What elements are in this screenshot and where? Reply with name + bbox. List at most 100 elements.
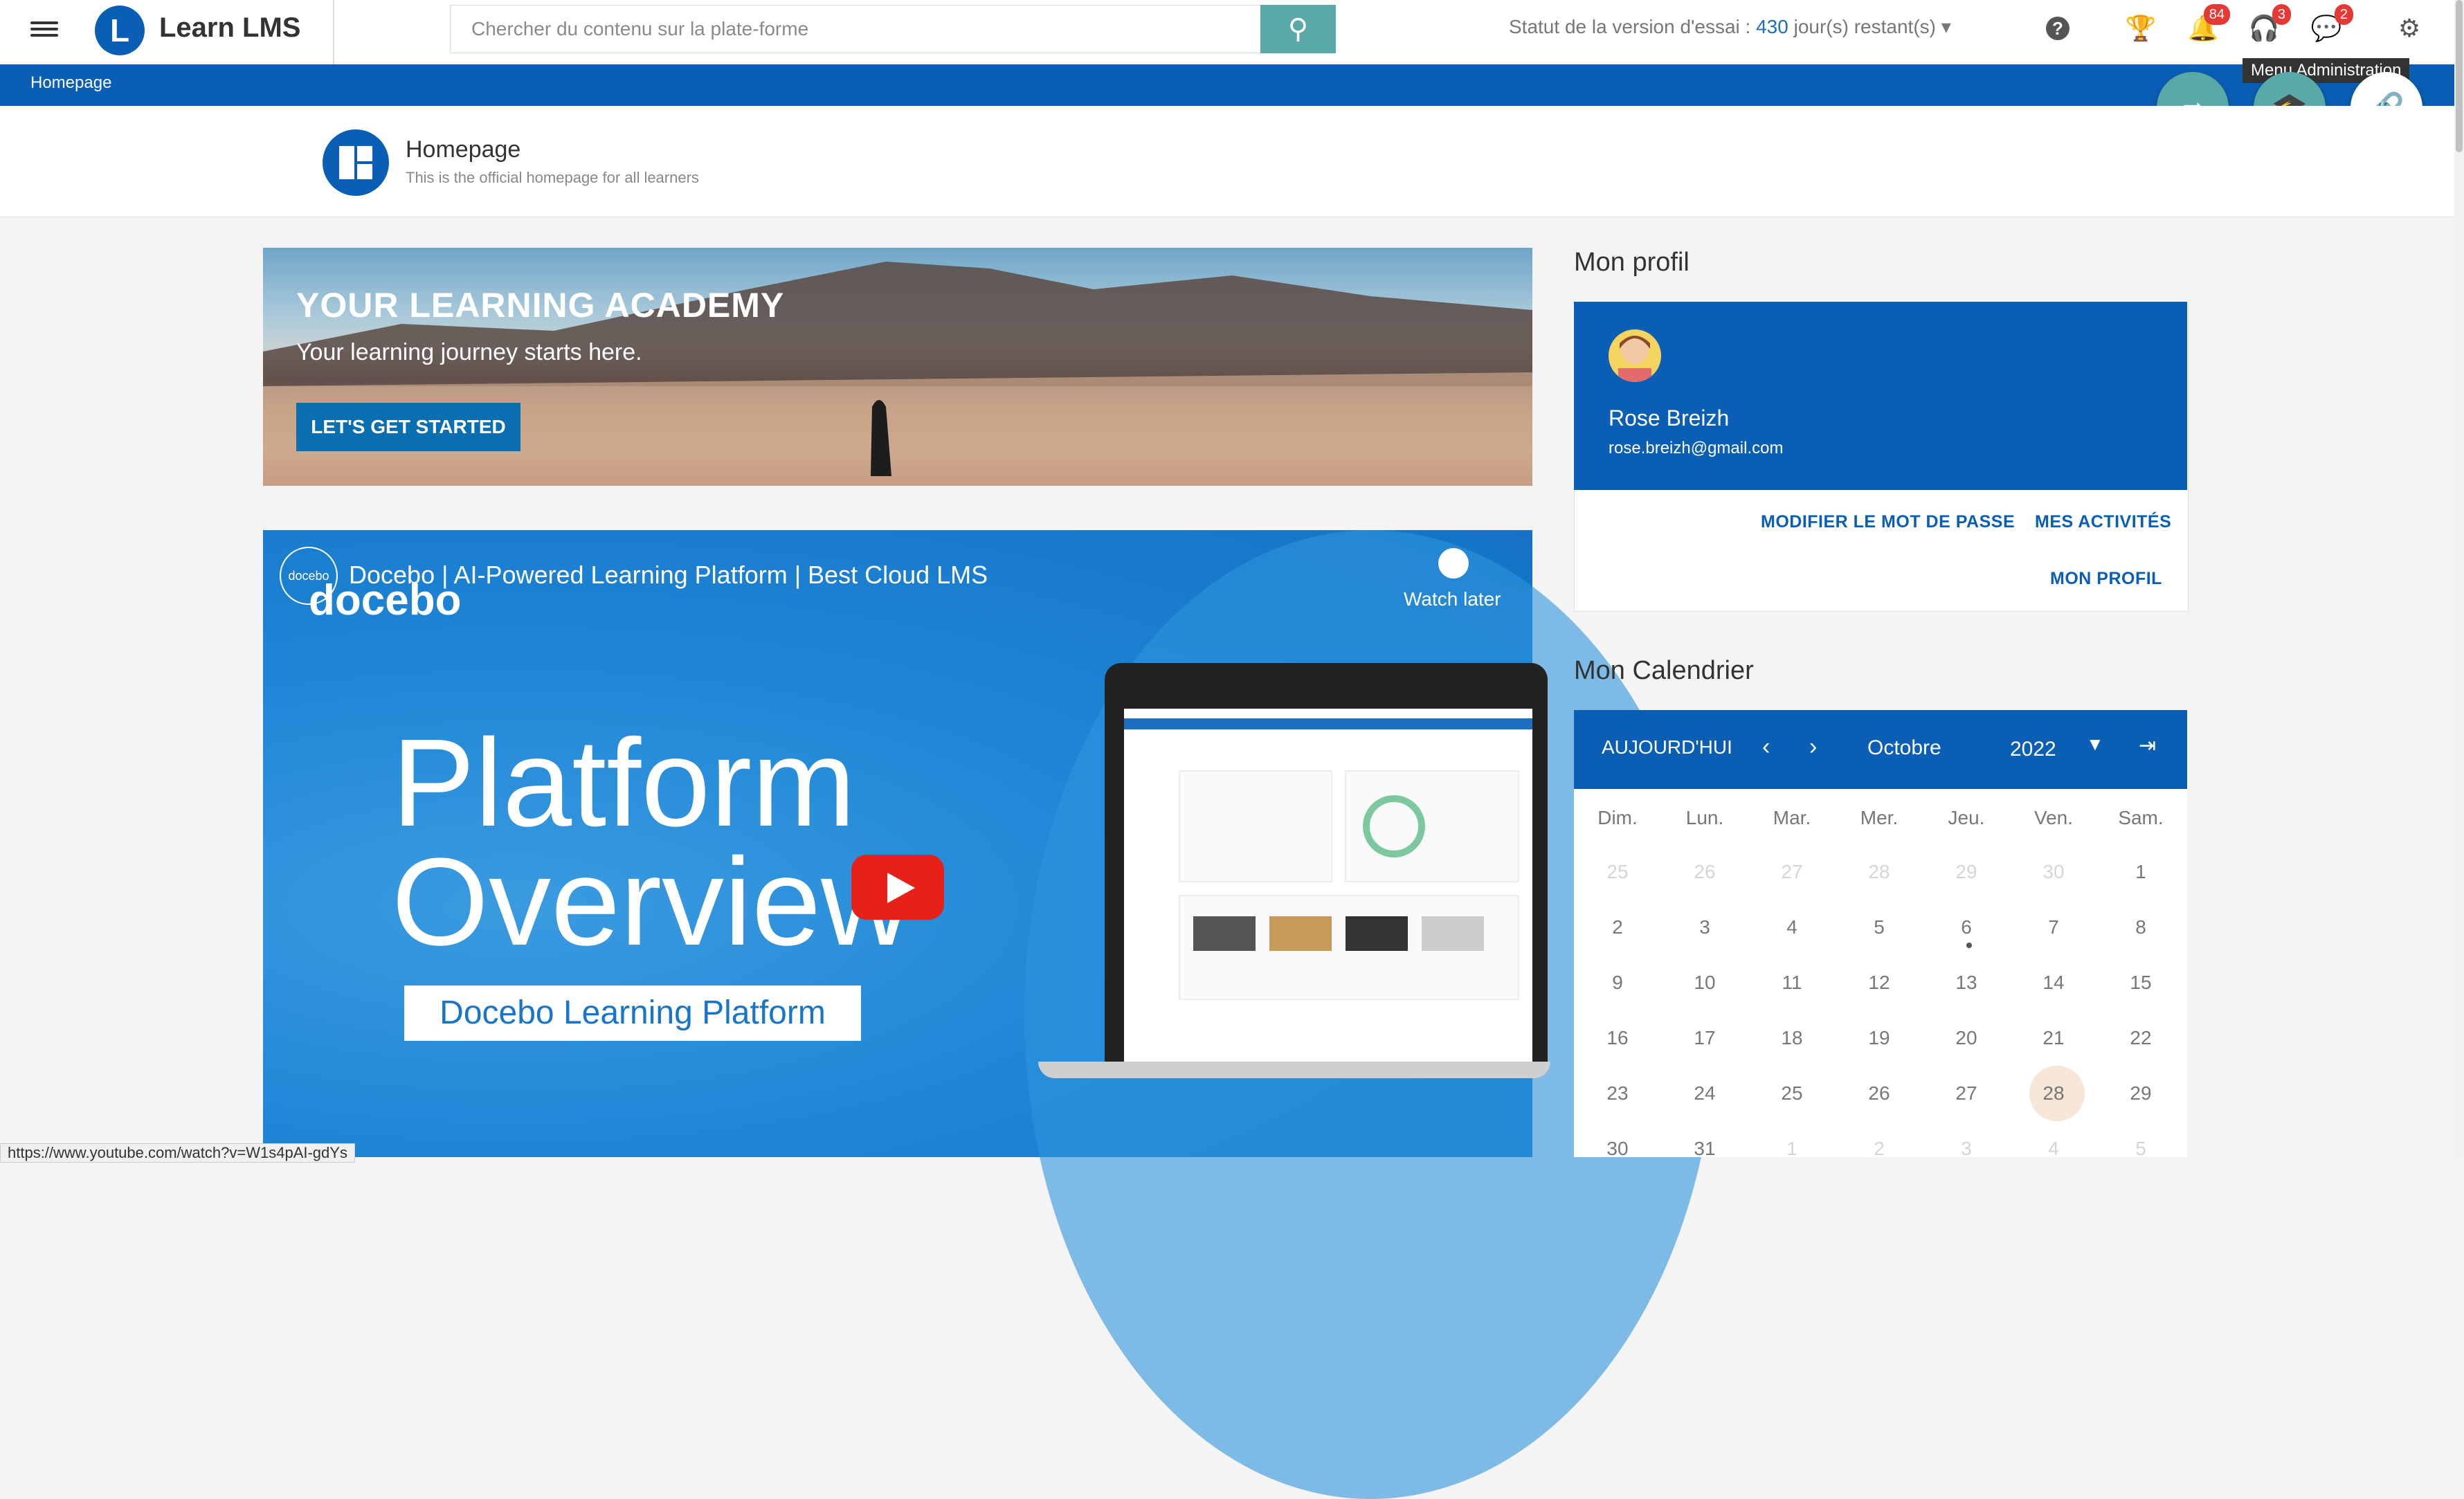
calendar-day[interactable]: 17: [1661, 1027, 1748, 1049]
help-icon[interactable]: ?: [2040, 11, 2075, 46]
clock-icon[interactable]: [1438, 548, 1469, 579]
calendar-day[interactable]: 29: [2097, 1082, 2184, 1105]
get-started-button[interactable]: LET'S GET STARTED: [296, 403, 520, 451]
calendar-day[interactable]: 7: [2010, 916, 2097, 938]
calendar-day[interactable]: 9: [1574, 972, 1661, 994]
calendar-day[interactable]: 11: [1748, 972, 1836, 994]
calendar-day[interactable]: 27: [1748, 861, 1836, 883]
calendar-day[interactable]: 2: [1574, 916, 1661, 938]
chat-icon[interactable]: 💬 2: [2309, 4, 2353, 46]
calendar-day[interactable]: 1: [1748, 1138, 1836, 1160]
banner-subtitle: Your learning journey starts here.: [296, 339, 642, 365]
today-button[interactable]: AUJOURD'HUI: [1602, 736, 1732, 758]
calendar-day[interactable]: 20: [1923, 1027, 2010, 1049]
play-icon[interactable]: [851, 855, 944, 920]
calendar-day[interactable]: 2: [1836, 1138, 1923, 1160]
search-icon: ⚲: [1287, 14, 1309, 44]
calendar-day[interactable]: 14: [2010, 972, 2097, 994]
event-dot: [1966, 943, 1972, 948]
bell-icon[interactable]: 🔔 84: [2186, 4, 2230, 46]
calendar-day[interactable]: 31: [1661, 1138, 1748, 1160]
profile-heading: Mon profil: [1574, 248, 1690, 277]
calendar-day[interactable]: 5: [2097, 1138, 2184, 1160]
trial-days: 430: [1756, 16, 1788, 37]
calendar-year[interactable]: 2022: [2010, 738, 2056, 761]
calendar-day[interactable]: 19: [1836, 1027, 1923, 1049]
laptop-base: [1038, 1062, 1550, 1078]
weekday-label: Ven.: [2033, 807, 2074, 828]
calendar-day[interactable]: 30: [2010, 861, 2097, 883]
brand-logo[interactable]: L: [95, 6, 145, 55]
calendar-day[interactable]: 22: [2097, 1027, 2184, 1049]
weekday-label: Mer.: [1860, 807, 1899, 828]
profile-card-header: [1574, 302, 2187, 490]
calendar-day[interactable]: 3: [1923, 1138, 2010, 1160]
search-input[interactable]: [450, 5, 1261, 53]
scrollbar[interactable]: [2454, 0, 2464, 1157]
calendar-day[interactable]: 4: [2010, 1138, 2097, 1160]
messages-badge: 2: [2334, 4, 2353, 25]
breadcrumb[interactable]: Homepage: [30, 73, 111, 93]
calendar-day[interactable]: 24: [1661, 1082, 1748, 1105]
page-title: Homepage: [406, 136, 521, 163]
calendar-day[interactable]: 23: [1574, 1082, 1661, 1105]
profile-email: rose.breizh@gmail.com: [1609, 439, 1784, 457]
calendar-day[interactable]: 25: [1748, 1082, 1836, 1105]
calendar-day[interactable]: 28: [1836, 861, 1923, 883]
page-subtitle: This is the official homepage for all le…: [406, 169, 699, 186]
video-headline-line2: Overview: [392, 833, 912, 972]
calendar-day[interactable]: 15: [2097, 972, 2184, 994]
change-password-link[interactable]: MODIFIER LE MOT DE PASSE: [1761, 512, 2015, 532]
calendar-day[interactable]: 25: [1574, 861, 1661, 883]
weekday-label: Sam.: [2118, 807, 2164, 828]
search-button[interactable]: ⚲: [1260, 5, 1336, 53]
profile-name: Rose Breizh: [1609, 406, 1730, 430]
calendar-day[interactable]: 12: [1836, 972, 1923, 994]
docebo-logo: docebo: [309, 576, 462, 624]
headset-icon[interactable]: 🎧 3: [2247, 4, 2291, 46]
weekday-label: Jeu.: [1948, 807, 1985, 828]
breadcrumb-bar: [0, 64, 2454, 106]
calendar-day[interactable]: 16: [1574, 1027, 1661, 1049]
calendar-day[interactable]: 28: [2010, 1082, 2097, 1105]
trial-status[interactable]: Statut de la version d'essai : 430 jour(…: [1509, 15, 1951, 38]
calendar-day[interactable]: 27: [1923, 1082, 2010, 1105]
weekday-label: Dim.: [1597, 807, 1638, 828]
calendar-month[interactable]: Octobre: [1867, 736, 1941, 760]
status-url: https://www.youtube.com/watch?v=W1s4pAI-…: [0, 1143, 355, 1163]
my-activities-link[interactable]: MES ACTIVITÉS: [2035, 512, 2171, 532]
trophy-icon[interactable]: 🏆: [2123, 11, 2158, 46]
calendar-day[interactable]: 29: [1923, 861, 2010, 883]
calendar-day[interactable]: 18: [1748, 1027, 1836, 1049]
calendar-day[interactable]: 3: [1661, 916, 1748, 938]
year-dropdown-icon[interactable]: ▼: [2086, 734, 2104, 755]
my-profile-link[interactable]: MON PROFIL: [2050, 569, 2162, 589]
next-month-icon[interactable]: ›: [1809, 734, 1817, 761]
notifications-badge: 84: [2203, 4, 2230, 25]
watch-later-label[interactable]: Watch later: [1404, 588, 1501, 610]
weekday-label: Lun.: [1685, 807, 1724, 828]
caret-down-icon: ▾: [1941, 16, 1951, 37]
calendar-day[interactable]: 5: [1836, 916, 1923, 938]
export-icon[interactable]: ⇥: [2139, 734, 2156, 758]
hamburger-icon[interactable]: [30, 18, 58, 46]
calendar-day[interactable]: 26: [1836, 1082, 1923, 1105]
trial-suffix: jour(s) restant(s): [1788, 16, 1936, 37]
calendar-day[interactable]: 13: [1923, 972, 2010, 994]
calendar-day[interactable]: 6: [1923, 916, 2010, 938]
banner-title: YOUR LEARNING ACADEMY: [296, 286, 785, 325]
avatar[interactable]: [1609, 329, 1661, 382]
gamification-badge: 3: [2272, 4, 2291, 25]
calendar-day[interactable]: 1: [2097, 861, 2184, 883]
scrollbar-thumb[interactable]: [2456, 0, 2463, 152]
laptop-screen: [1124, 709, 1532, 1062]
calendar-day[interactable]: 8: [2097, 916, 2184, 938]
calendar-day[interactable]: 26: [1661, 861, 1748, 883]
calendar-day[interactable]: 10: [1661, 972, 1748, 994]
prev-month-icon[interactable]: ‹: [1762, 734, 1770, 761]
gear-icon[interactable]: ⚙: [2392, 11, 2427, 46]
calendar-day[interactable]: 21: [2010, 1027, 2097, 1049]
calendar-day[interactable]: 30: [1574, 1138, 1661, 1160]
brand-name[interactable]: Learn LMS: [159, 12, 300, 44]
calendar-day[interactable]: 4: [1748, 916, 1836, 938]
